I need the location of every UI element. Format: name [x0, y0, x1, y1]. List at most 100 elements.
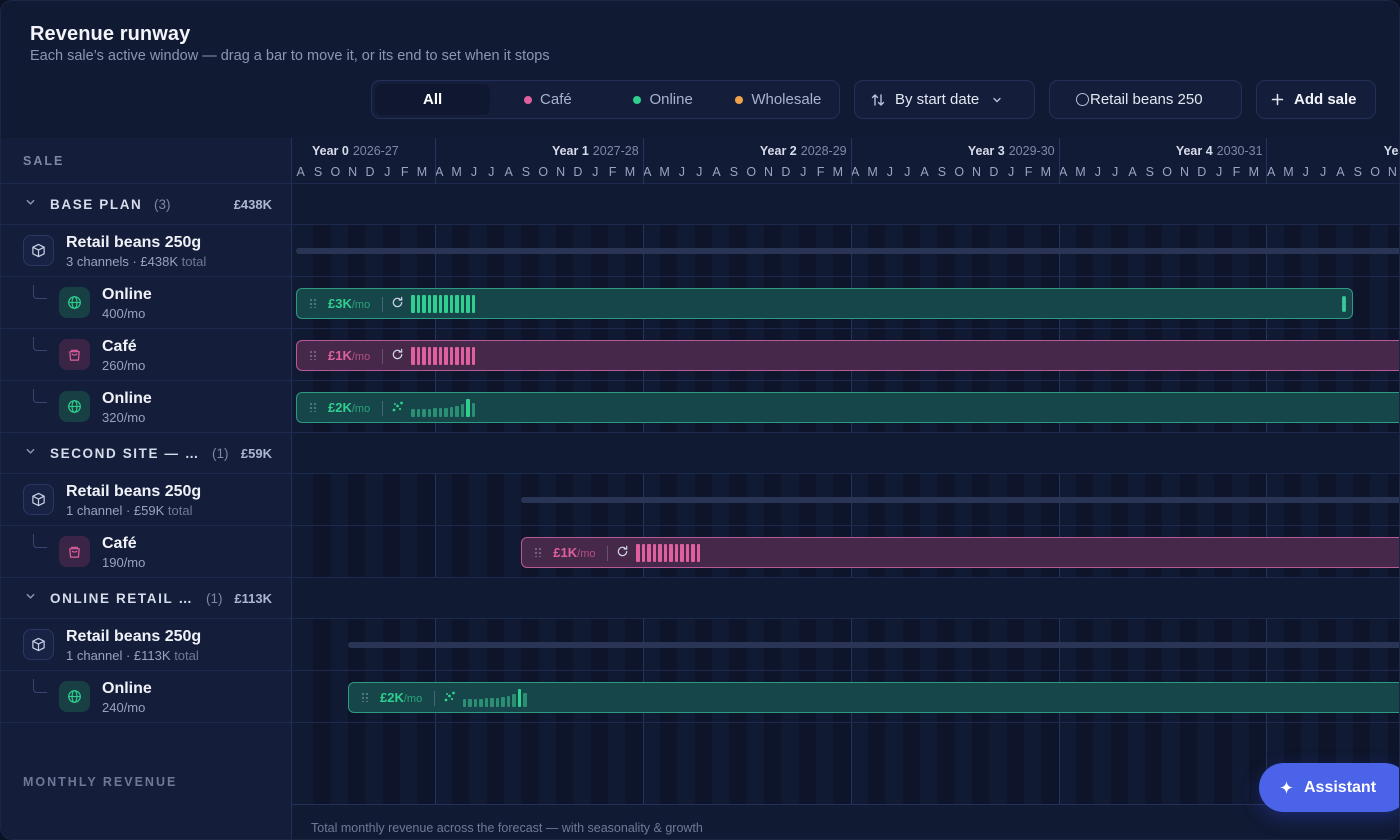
- month-label: J: [886, 165, 893, 179]
- sparkline-bar: [411, 408, 415, 417]
- row-divider: [292, 328, 1399, 329]
- filter-2[interactable]: Online: [606, 84, 721, 115]
- tree-connector: [33, 337, 47, 351]
- channel-row[interactable]: Café 260/mo: [1, 329, 292, 381]
- month-label: A: [504, 165, 513, 179]
- month-label: S: [729, 165, 739, 179]
- sale-window-bar[interactable]: £3K/mo: [296, 288, 1354, 319]
- sale-window-bar[interactable]: £2K/mo: [296, 392, 1399, 423]
- sparkline-bar: [636, 544, 640, 562]
- sparkline-bar: [460, 295, 464, 313]
- month-label: J: [488, 165, 495, 179]
- product-summary: 1 channel · £113K total: [66, 648, 199, 663]
- month-label: F: [1024, 165, 1033, 179]
- month-label: J: [904, 165, 911, 179]
- product-row[interactable]: Retail beans 250g 1 channel · £59K total: [1, 474, 292, 526]
- month-label: J: [1302, 165, 1309, 179]
- channel-filter: All Café Online Wholesale: [371, 80, 840, 119]
- year-range: 2029-30: [1008, 144, 1055, 158]
- sparkline-bar: [460, 347, 464, 365]
- group-header[interactable]: ONLINE RETAIL … (1) £113K: [1, 578, 292, 619]
- sparkline-bar: [663, 544, 668, 562]
- row-divider: [292, 276, 1399, 277]
- month-label: O: [538, 165, 549, 179]
- assistant-button[interactable]: Assistant: [1259, 763, 1399, 812]
- year-name: Year 4: [1175, 144, 1213, 158]
- sparkline-bar: [422, 295, 426, 313]
- month-label: S: [937, 165, 947, 179]
- sparkline-bar: [512, 694, 516, 707]
- channel-name: Online: [102, 286, 152, 303]
- month-label: D: [573, 165, 583, 179]
- sale-window-bar[interactable]: £2K/mo: [347, 682, 1399, 713]
- channel-row[interactable]: Online 320/mo: [1, 381, 292, 433]
- sparkline-bar: [652, 544, 657, 562]
- assistant-label: Assistant: [1304, 778, 1377, 796]
- month-label: O: [1370, 165, 1380, 179]
- sale-window-bar[interactable]: £1K/mo: [296, 340, 1399, 371]
- sort-icon: [871, 93, 885, 106]
- group-total: £59K: [240, 446, 272, 461]
- month-label: M: [832, 165, 844, 179]
- year-range: 2027-28: [592, 144, 639, 158]
- month-label: J: [800, 165, 807, 179]
- timeline: Year 0 2026-27 Year 1 2027-28 Year 2 2028-29 Y…: [292, 138, 1399, 839]
- product-name: Retail beans 250g: [66, 234, 202, 251]
- group-name: ONLINE RETAIL …: [50, 591, 194, 606]
- product-span-bar: [296, 248, 1399, 254]
- month-label: O: [746, 165, 757, 179]
- month-label: A: [1336, 165, 1345, 179]
- month-label: A: [1128, 165, 1137, 179]
- sparkline-bar: [669, 544, 673, 562]
- seasonality-sparkline: [411, 347, 475, 365]
- sparkline-bar: [460, 404, 464, 417]
- drag-handle-icon[interactable]: [309, 350, 317, 360]
- product-summary-suffix: total: [174, 648, 199, 663]
- sparkline-bar: [438, 295, 442, 313]
- bar-amount-value: £2K: [379, 690, 404, 705]
- bar-amount-unit: /mo: [351, 351, 371, 363]
- product-summary-main: 1 channel · £59K: [66, 503, 165, 518]
- group-count: (1): [212, 446, 229, 461]
- chevron-down-icon[interactable]: [25, 591, 36, 605]
- filter-1[interactable]: Café: [490, 84, 605, 115]
- filter-label: Wholesale: [751, 91, 822, 108]
- group-header[interactable]: SECOND SITE — … (1) £59K: [1, 433, 292, 474]
- product-summary: 1 channel · £59K total: [66, 503, 193, 518]
- chevron-down-icon[interactable]: [25, 446, 36, 460]
- row-divider: [292, 618, 1399, 619]
- bar-divider: [382, 349, 383, 364]
- add-sale-button[interactable]: Add sale: [1256, 80, 1376, 119]
- search-input[interactable]: [1090, 91, 1240, 108]
- product-row[interactable]: Retail beans 250g 1 channel · £113K total: [1, 619, 292, 671]
- product-span-bar: [347, 642, 1399, 648]
- sale-window-bar[interactable]: £1K/mo: [521, 537, 1399, 568]
- sort-button[interactable]: By start date: [854, 80, 1035, 119]
- sparkline-bar: [468, 698, 472, 707]
- drag-handle-icon[interactable]: [360, 692, 369, 702]
- box-icon: [23, 484, 54, 515]
- channel-row[interactable]: Café 190/mo: [1, 526, 292, 578]
- globe-icon: [59, 287, 90, 318]
- month-label: A: [643, 165, 652, 179]
- end-resize-handle[interactable]: [1342, 296, 1347, 312]
- product-row[interactable]: Retail beans 250g 3 channels · £438K tota…: [1, 225, 292, 277]
- sparkle-scatter-icon: [443, 690, 457, 707]
- month-label: M: [867, 165, 878, 179]
- globe-icon: [59, 681, 90, 712]
- filter-0[interactable]: All: [375, 84, 491, 115]
- row-divider: [292, 722, 1399, 723]
- drag-handle-icon[interactable]: [309, 402, 317, 412]
- channel-row[interactable]: Online 240/mo: [1, 671, 292, 723]
- sparkline-bar: [422, 347, 426, 365]
- bar-amount-unit: /mo: [351, 299, 371, 311]
- sparkline-bar: [433, 347, 437, 365]
- sparkline-bar: [691, 544, 695, 562]
- drag-handle-icon[interactable]: [309, 298, 317, 308]
- channel-volume: 400/mo: [102, 306, 146, 321]
- drag-handle-icon[interactable]: [534, 547, 543, 557]
- filter-3[interactable]: Wholesale: [721, 84, 836, 115]
- group-header[interactable]: BASE PLAN (3) £438K: [1, 184, 292, 225]
- channel-row[interactable]: Online 400/mo: [1, 277, 292, 329]
- chevron-down-icon[interactable]: [25, 197, 36, 211]
